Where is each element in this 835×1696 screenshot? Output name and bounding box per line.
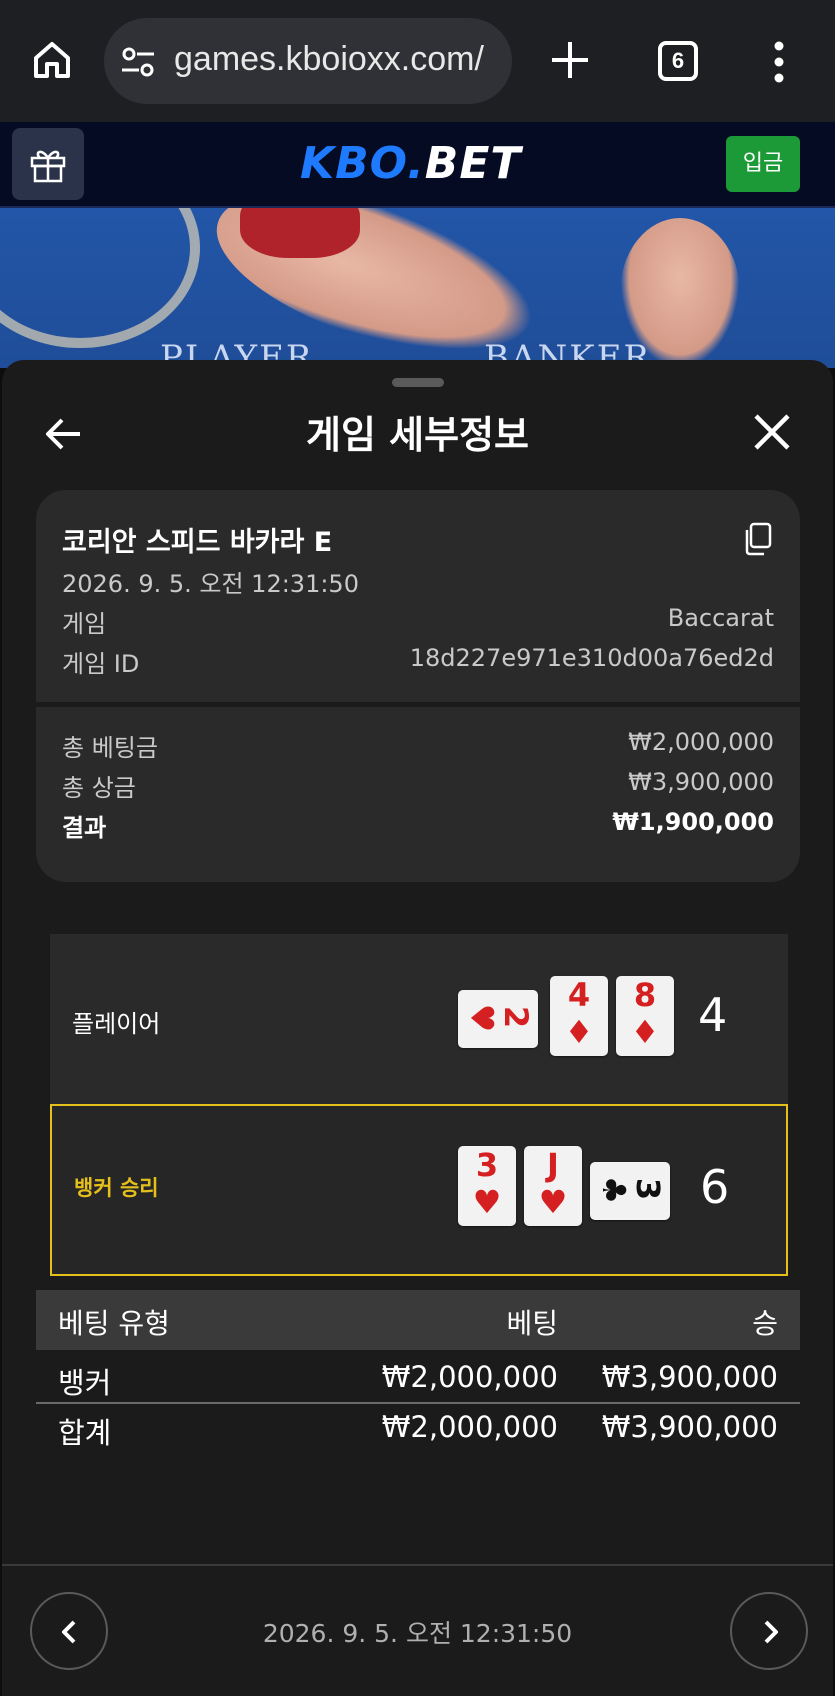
game-label: 게임 xyxy=(62,610,107,638)
sheet-title: 게임 세부정보 xyxy=(306,413,529,457)
more-menu-icon[interactable] xyxy=(772,40,786,84)
game-id-label: 게임 ID xyxy=(62,650,140,678)
banker-card-2: J ♥ xyxy=(524,1146,582,1226)
site-logo[interactable]: KBO.BET xyxy=(300,138,521,189)
gift-icon xyxy=(30,150,66,183)
game-type-value: Baccarat xyxy=(667,604,774,632)
game-id-value: 18d227e971e310d00a76ed2d xyxy=(409,644,774,672)
site-header: KBO.BET 입금 xyxy=(0,122,835,208)
chevron-right-icon xyxy=(764,1620,778,1644)
total-prize-label: 총 상금 xyxy=(62,774,136,802)
player-hand: 플레이어 2 ♥ 4 ♦ 8 ♦ 4 xyxy=(50,934,788,1106)
total-prize-value: ₩3,900,000 xyxy=(628,768,774,796)
live-video-background: PLAYER BANKER xyxy=(0,208,835,368)
result-label: 결과 xyxy=(62,814,107,842)
player-hand-label: 플레이어 xyxy=(72,1010,161,1038)
browser-toolbar: games.kboioxx.com/ 6 xyxy=(0,0,835,122)
banker-win-label: 뱅커 승리 xyxy=(74,1176,159,1200)
game-timestamp: 2026. 9. 5. 오전 12:31:50 xyxy=(62,570,359,598)
player-card-2: 4 ♦ xyxy=(550,976,608,1056)
player-card-1: 2 ♥ xyxy=(458,990,538,1048)
total-bet-value: ₩2,000,000 xyxy=(628,728,774,756)
tab-switcher-button[interactable]: 6 xyxy=(658,41,698,81)
banker-hand: 뱅커 승리 3 ♥ J ♥ 3 ♣ 6 xyxy=(50,1104,788,1276)
deposit-button[interactable]: 입금 xyxy=(726,136,800,192)
home-icon[interactable] xyxy=(30,38,74,82)
banker-card-3: 3 ♣ xyxy=(590,1162,670,1220)
game-details-sheet: 게임 세부정보 코리안 스피드 바카라 E 2026. 9. 5. 오전 12:… xyxy=(2,360,833,1696)
player-hand-total: 4 xyxy=(698,988,728,1042)
next-round-button[interactable] xyxy=(730,1592,808,1670)
url-text[interactable]: games.kboioxx.com/ xyxy=(174,40,484,79)
gift-button[interactable] xyxy=(12,128,84,200)
header-bet-type: 베팅 유형 xyxy=(58,1307,170,1340)
game-info-card: 코리안 스피드 바카라 E 2026. 9. 5. 오전 12:31:50 게임… xyxy=(36,490,800,882)
sheet-drag-handle[interactable] xyxy=(392,378,444,387)
banker-card-1: 3 ♥ xyxy=(458,1146,516,1226)
result-value: ₩1,900,000 xyxy=(612,808,774,836)
player-card-3: 8 ♦ xyxy=(616,976,674,1056)
new-tab-icon[interactable] xyxy=(548,38,592,82)
header-win: 승 xyxy=(752,1307,778,1340)
banker-hand-total: 6 xyxy=(700,1160,730,1214)
close-icon[interactable] xyxy=(752,412,792,452)
total-bet-label: 총 베팅금 xyxy=(62,734,158,762)
game-name: 코리안 스피드 바카라 E xyxy=(62,527,333,558)
table-row: 뱅커 ₩2,000,000 ₩3,900,000 xyxy=(58,1360,778,1400)
bets-table-header: 베팅 유형 베팅 승 xyxy=(36,1290,800,1350)
round-timestamp: 2026. 9. 5. 오전 12:31:50 xyxy=(262,1619,573,1648)
copy-icon[interactable] xyxy=(742,522,772,556)
table-total-row: 합계 ₩2,000,000 ₩3,900,000 xyxy=(58,1410,778,1450)
site-settings-icon[interactable] xyxy=(120,44,156,80)
header-bet: 베팅 xyxy=(506,1307,558,1340)
